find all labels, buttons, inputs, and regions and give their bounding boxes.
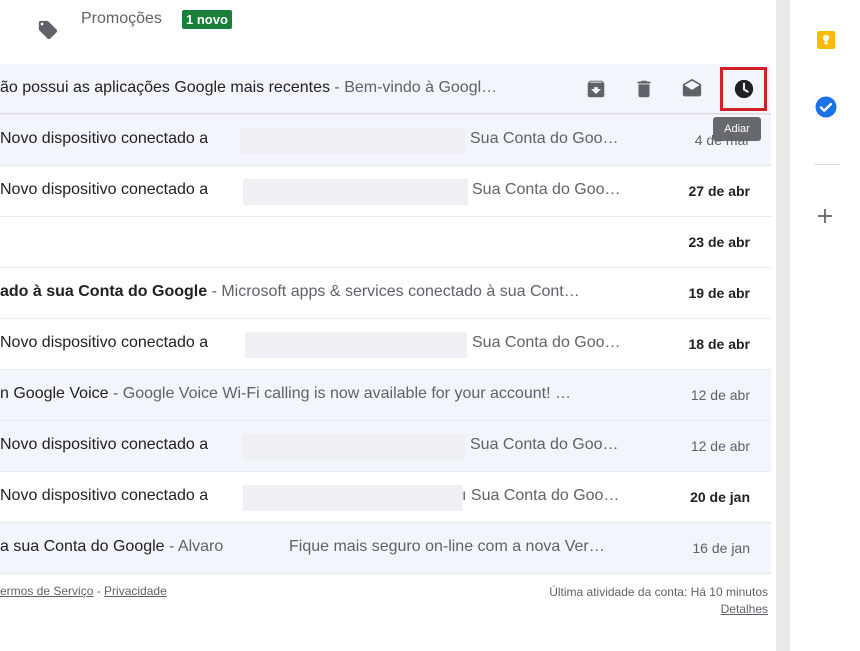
email-subject: n Google Voice - Google Voice Wi-Fi call… <box>0 385 630 403</box>
email-row[interactable]: Novo dispositivo conectado a Sua Conta d… <box>0 115 771 166</box>
email-date: 27 de abr <box>688 183 750 199</box>
email-row[interactable]: a sua Conta do Google - Alvaro Fique mai… <box>0 523 771 574</box>
email-subject: Novo dispositivo conectado a <box>0 334 209 351</box>
subject-text: ado à sua Conta do Google <box>0 283 208 300</box>
email-subject: Novo dispositivo conectado a <box>0 487 209 504</box>
new-count-badge: 1 novo <box>182 10 232 29</box>
delete-button[interactable] <box>620 65 668 113</box>
email-date: 12 de abr <box>690 387 750 403</box>
tasks-icon[interactable] <box>815 96 837 118</box>
redacted-block <box>240 128 465 154</box>
clock-icon <box>734 79 753 99</box>
snippet-text: - Google Voice Wi-Fi calling is now avai… <box>108 385 571 402</box>
email-row[interactable]: Novo dispositivo conectado a Sua Conta d… <box>0 319 771 370</box>
tag-icon <box>38 20 58 40</box>
email-subject: Novo dispositivo conectado a <box>0 130 209 147</box>
keep-icon[interactable] <box>816 30 836 50</box>
email-date: 19 de abr <box>688 285 750 301</box>
email-row[interactable]: n Google Voice - Google Voice Wi-Fi call… <box>0 370 771 421</box>
subject-text: a sua Conta do Google <box>0 538 165 555</box>
email-date: 20 de jan <box>690 489 750 505</box>
email-subject: a sua Conta do Google - Alvaro <box>0 538 250 556</box>
subject-text: n Google Voice <box>0 385 109 402</box>
redacted-block <box>243 179 468 205</box>
email-row[interactable]: Novo dispositivo conectado a Sua Conta d… <box>0 166 771 217</box>
email-date: 23 de abr <box>688 234 750 250</box>
email-snippet: ı Sua Conta do Goo… <box>462 487 620 504</box>
row-actions <box>572 64 767 114</box>
email-date: 18 de abr <box>688 336 750 352</box>
details-link[interactable]: Detalhes <box>721 602 768 616</box>
email-subject: ão possui as aplicações Google mais rece… <box>0 79 560 97</box>
email-row[interactable]: 23 de abr <box>0 217 771 268</box>
email-snippet: Sua Conta do Goo… <box>470 436 619 453</box>
subject-text: ão possui as aplicações Google mais rece… <box>0 79 330 96</box>
trash-icon <box>637 80 651 98</box>
email-snippet: Fique mais seguro on-line com a nova Ver… <box>289 538 605 555</box>
archive-icon <box>587 80 605 98</box>
email-snippet: Sua Conta do Goo… <box>470 130 619 147</box>
email-snippet: Sua Conta do Goo… <box>472 334 621 351</box>
privacy-link[interactable]: Privacidade <box>104 584 167 598</box>
email-subject: ado à sua Conta do Google - Microsoft ap… <box>0 283 630 301</box>
redacted-block <box>242 434 465 460</box>
snippet-text: - Alvaro <box>164 538 224 555</box>
terms-link[interactable]: ermos de Serviço <box>0 584 93 598</box>
email-row[interactable]: Novo dispositivo conectado a ı Sua Conta… <box>0 472 771 523</box>
envelope-open-icon <box>682 78 702 97</box>
email-row[interactable]: ado à sua Conta do Google - Microsoft ap… <box>0 268 771 319</box>
last-activity-text: Última atividade da conta: Há 10 minutos <box>549 585 768 599</box>
account-activity: Última atividade da conta: Há 10 minutos… <box>549 584 768 618</box>
side-panel-separator <box>814 164 840 165</box>
side-panel <box>790 0 860 651</box>
email-list: ão possui as aplicações Google mais rece… <box>0 64 771 574</box>
email-date: 12 de abr <box>690 438 750 454</box>
email-date: 16 de jan <box>692 540 750 556</box>
email-row[interactable]: Novo dispositivo conectado a Sua Conta d… <box>0 421 771 472</box>
footer-links: ermos de Serviço - Privacidade <box>0 584 167 598</box>
redacted-block <box>245 332 467 358</box>
promotions-category-row[interactable]: Promoções 1 novo <box>0 0 771 60</box>
email-subject: Novo dispositivo conectado a <box>0 436 209 453</box>
archive-button[interactable] <box>572 65 620 113</box>
email-row-hovered[interactable]: ão possui as aplicações Google mais rece… <box>0 64 771 115</box>
snippet-text: - Microsoft apps & services conectado à … <box>207 283 580 300</box>
mark-as-read-button[interactable] <box>668 65 716 113</box>
panel-divider <box>776 0 790 651</box>
snooze-tooltip: Adiar <box>713 117 761 141</box>
redacted-block <box>243 485 463 511</box>
plus-icon[interactable] <box>816 207 834 225</box>
email-subject: Novo dispositivo conectado a <box>0 181 209 198</box>
snippet-text: - Bem-vindo à Googl… <box>329 79 498 96</box>
email-snippet: Sua Conta do Goo… <box>472 181 621 198</box>
mail-list-pane: Promoções 1 novo ão possui as aplicações… <box>0 0 771 651</box>
footer-separator: - <box>93 584 105 598</box>
promotions-label: Promoções <box>81 10 162 27</box>
snooze-button[interactable] <box>720 67 767 111</box>
